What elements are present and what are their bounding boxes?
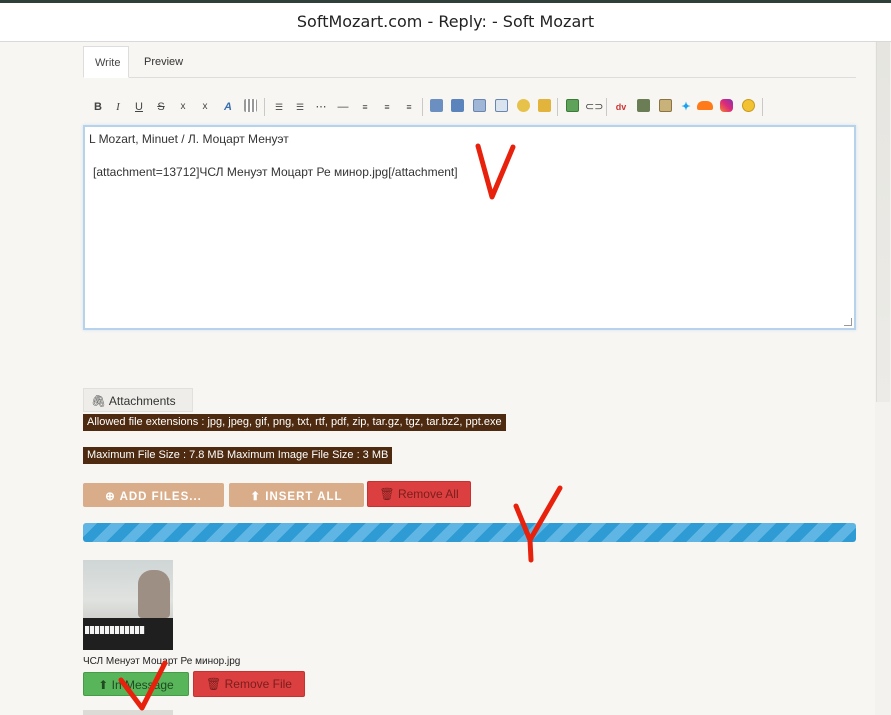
insert-all-button[interactable]: ⬆ INSERT ALL — [229, 483, 364, 507]
video-icon[interactable]: dv — [613, 99, 629, 115]
remove-file-label: Remove File — [224, 677, 292, 691]
align-left-icon[interactable]: ≡ — [357, 99, 373, 115]
soundcloud-icon[interactable] — [697, 99, 713, 115]
superscript-icon[interactable]: x — [197, 99, 213, 115]
instagram-icon[interactable] — [718, 99, 734, 115]
window-title: SoftMozart.com - Reply: - Soft Mozart — [296, 12, 595, 31]
image-link-icon[interactable] — [449, 99, 465, 115]
unlink-icon[interactable]: ⊂⊃ — [585, 99, 603, 115]
toolbar-divider — [422, 98, 423, 116]
horizontal-rule-icon[interactable]: — — [335, 99, 351, 115]
remove-all-label: Remove All — [397, 487, 459, 501]
align-right-icon[interactable]: ≡ — [401, 99, 417, 115]
toolbar-divider — [264, 98, 265, 116]
twitter-icon[interactable]: ✦ — [678, 99, 694, 115]
scrollbar-thumb[interactable] — [876, 42, 890, 402]
numbered-list-icon[interactable]: ☰ — [292, 99, 308, 115]
add-files-button[interactable]: ⊕ ADD FILES... — [83, 483, 224, 507]
window-titlebar: SoftMozart.com - Reply: - Soft Mozart — [0, 0, 891, 42]
image-icon[interactable] — [564, 99, 580, 115]
trash-icon: 🗑 — [206, 677, 222, 691]
film-icon[interactable] — [635, 99, 651, 115]
add-files-label: ADD FILES... — [119, 491, 202, 503]
toolbar-divider — [606, 98, 607, 116]
max-size-note: Maximum File Size : 7.8 MB Maximum Image… — [83, 447, 393, 464]
editor-line-title: L Mozart, Minuet / Л. Моцарт Менуэт — [89, 132, 289, 146]
plus-circle-icon: ⊕ — [105, 491, 116, 503]
thumbnail-person — [138, 570, 170, 618]
upload-icon: ⬆ — [250, 491, 262, 503]
toolbar-divider — [762, 98, 763, 116]
in-message-label: In Message — [111, 678, 174, 692]
table-icon[interactable] — [242, 99, 258, 115]
attachments-label: Attachments — [108, 394, 176, 408]
editor-line-attachment: [attachment=13712]ЧСЛ Менуэт Моцарт Ре м… — [93, 165, 458, 179]
underline-icon[interactable]: U — [131, 99, 147, 115]
bullet-list-icon[interactable]: ☰ — [271, 99, 287, 115]
formatting-toolbar: B I U S x x A ☰ ☰ ⋯ — ≡ ≡ ≡ ⊂⊃ dv ✦ — [90, 96, 770, 120]
thumbnail-piano — [83, 618, 173, 650]
editor-tabs: Write Preview — [83, 46, 856, 78]
smiley-icon[interactable] — [740, 99, 756, 115]
strikethrough-icon[interactable]: S — [153, 99, 169, 115]
thumbnail-keys — [85, 626, 145, 634]
remove-file-button[interactable]: 🗑 Remove File — [193, 671, 305, 697]
message-editor[interactable]: L Mozart, Minuet / Л. Моцарт Менуэт [att… — [83, 125, 856, 330]
attachments-button[interactable]: 🖇 Attachments — [83, 388, 193, 412]
paperclip-icon: 🖇 — [91, 394, 107, 408]
insert-all-label: INSERT ALL — [265, 491, 343, 503]
attachment-thumbnail[interactable] — [83, 560, 173, 650]
table-insert-icon[interactable] — [471, 99, 487, 115]
allowed-extensions-note: Allowed file extensions : jpg, jpeg, gif… — [83, 414, 506, 431]
upload-progress-bar — [83, 523, 856, 542]
lock-icon[interactable] — [536, 99, 552, 115]
picture-icon[interactable] — [657, 99, 673, 115]
outdent-icon[interactable]: ⋯ — [313, 99, 329, 115]
code-icon[interactable] — [493, 99, 509, 115]
align-center-icon[interactable]: ≡ — [379, 99, 395, 115]
next-section-edge — [83, 710, 173, 715]
link-icon[interactable] — [428, 99, 444, 115]
trash-icon: 🗑 — [379, 487, 395, 501]
bold-icon[interactable]: B — [90, 99, 106, 115]
italic-icon[interactable]: I — [110, 99, 126, 115]
font-color-icon[interactable]: A — [220, 99, 236, 115]
tab-preview[interactable]: Preview — [133, 46, 193, 78]
resize-handle[interactable] — [844, 318, 852, 326]
remove-all-button[interactable]: 🗑 Remove All — [367, 481, 471, 507]
tab-write[interactable]: Write — [83, 46, 129, 78]
attachment-filename: ЧСЛ Менуэт Моцарт Ре минор.jpg — [83, 656, 241, 667]
in-message-button[interactable]: ⬆ In Message — [83, 672, 189, 696]
subscript-icon[interactable]: x — [175, 99, 191, 115]
toolbar-divider — [557, 98, 558, 116]
badge-icon[interactable] — [515, 99, 531, 115]
upload-icon: ⬆ — [98, 678, 109, 692]
